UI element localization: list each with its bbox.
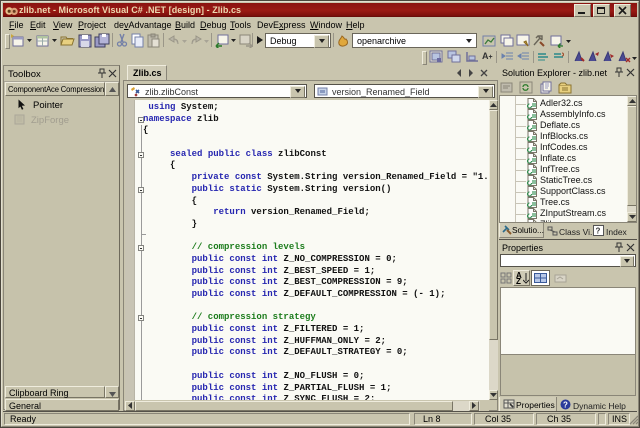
svg-text:?: ? xyxy=(563,401,568,410)
svg-text:?: ? xyxy=(596,227,601,236)
